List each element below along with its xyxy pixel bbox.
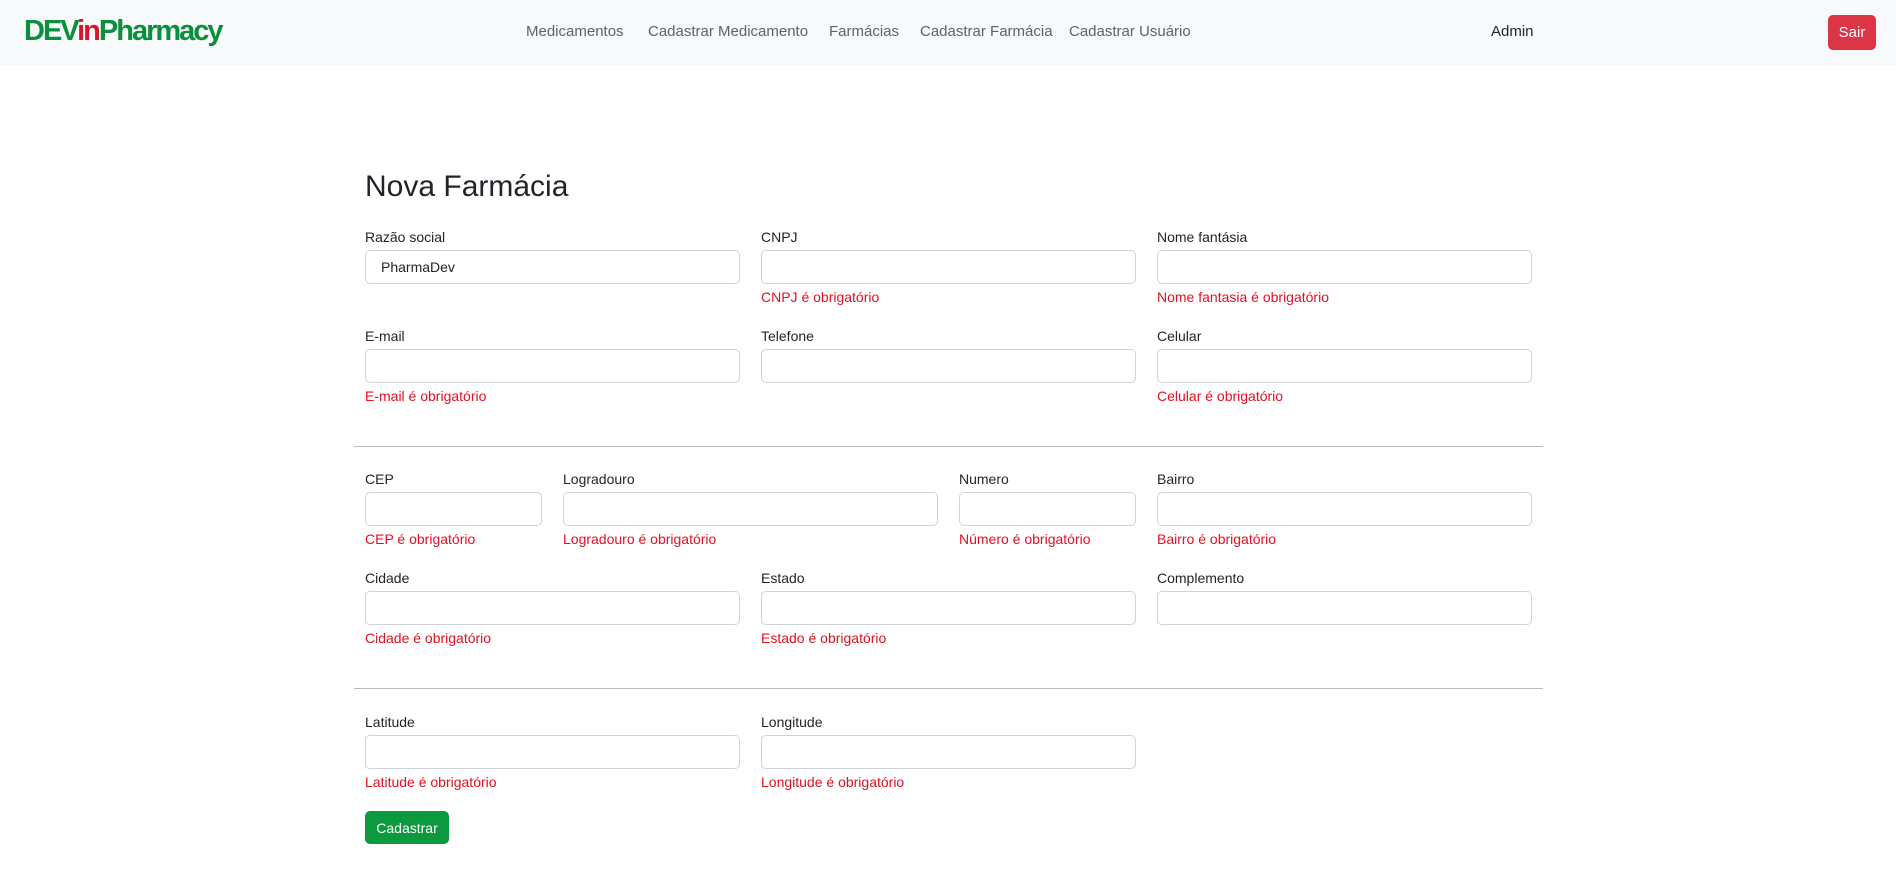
cnpj-label: CNPJ bbox=[761, 229, 798, 245]
celular-input[interactable] bbox=[1157, 349, 1532, 383]
latitude-label: Latitude bbox=[365, 714, 415, 730]
nav-link-cadastrar-usuario[interactable]: Cadastrar Usuário bbox=[1069, 23, 1191, 40]
bairro-input[interactable] bbox=[1157, 492, 1532, 526]
celular-error: Celular é obrigatório bbox=[1157, 388, 1284, 404]
telefone-input[interactable] bbox=[761, 349, 1136, 383]
nav-link-farmacias[interactable]: Farmácias bbox=[829, 23, 899, 40]
email-label: E-mail bbox=[365, 328, 405, 344]
numero-error: Número é obrigatório bbox=[959, 531, 1091, 547]
latitude-error: Latitude é obrigatório bbox=[365, 774, 497, 790]
celular-label: Celular bbox=[1157, 328, 1202, 344]
nav-link-cadastrar-medicamento[interactable]: Cadastrar Medicamento bbox=[648, 23, 808, 40]
cep-error: CEP é obrigatório bbox=[365, 531, 476, 547]
logout-button[interactable]: Sair bbox=[1828, 15, 1876, 50]
numero-input[interactable] bbox=[959, 492, 1136, 526]
nome-fantasia-label: Nome fantásia bbox=[1157, 229, 1248, 245]
brand-pharmacy: Pharmacy bbox=[98, 15, 224, 47]
razao-social-label: Razão social bbox=[365, 229, 446, 245]
cidade-input[interactable] bbox=[365, 591, 740, 625]
nome-fantasia-input[interactable] bbox=[1157, 250, 1532, 284]
complemento-input[interactable] bbox=[1157, 591, 1532, 625]
cep-label: CEP bbox=[365, 471, 394, 487]
cnpj-input[interactable] bbox=[761, 250, 1136, 284]
logradouro-error: Logradouro é obrigatório bbox=[563, 531, 717, 547]
cnpj-error: CNPJ é obrigatório bbox=[761, 289, 880, 305]
logradouro-label: Logradouro bbox=[563, 471, 635, 487]
logradouro-input[interactable] bbox=[563, 492, 938, 526]
complemento-label: Complemento bbox=[1157, 570, 1245, 586]
cep-input[interactable] bbox=[365, 492, 542, 526]
estado-input[interactable] bbox=[761, 591, 1136, 625]
longitude-input[interactable] bbox=[761, 735, 1136, 769]
brand-dev: DEV bbox=[24, 15, 79, 47]
nome-fantasia-error: Nome fantasia é obrigatório bbox=[1157, 289, 1329, 305]
section-divider bbox=[354, 446, 1543, 447]
bairro-error: Bairro é obrigatório bbox=[1157, 531, 1277, 547]
section-divider bbox=[354, 688, 1543, 689]
estado-error: Estado é obrigatório bbox=[761, 630, 887, 646]
email-input[interactable] bbox=[365, 349, 740, 383]
telefone-label: Telefone bbox=[761, 328, 814, 344]
submit-button[interactable]: Cadastrar bbox=[365, 811, 449, 844]
nav-link-medicamentos[interactable]: Medicamentos bbox=[526, 23, 624, 40]
page-title: Nova Farmácia bbox=[365, 170, 569, 203]
nav-link-cadastrar-farmacia[interactable]: Cadastrar Farmácia bbox=[920, 23, 1053, 40]
bairro-label: Bairro bbox=[1157, 471, 1195, 487]
brand-in: in bbox=[77, 15, 101, 47]
numero-label: Numero bbox=[959, 471, 1009, 487]
email-error: E-mail é obrigatório bbox=[365, 388, 487, 404]
top-navbar: DEVinPharmacy Medicamentos Cadastrar Med… bbox=[0, 0, 1896, 65]
user-name: Admin bbox=[1491, 23, 1534, 40]
cidade-error: Cidade é obrigatório bbox=[365, 630, 492, 646]
longitude-label: Longitude bbox=[761, 714, 823, 730]
cidade-label: Cidade bbox=[365, 570, 410, 586]
latitude-input[interactable] bbox=[365, 735, 740, 769]
brand-logo[interactable]: DEVinPharmacy bbox=[24, 14, 224, 48]
estado-label: Estado bbox=[761, 570, 805, 586]
razao-social-input[interactable] bbox=[365, 250, 740, 284]
longitude-error: Longitude é obrigatório bbox=[761, 774, 905, 790]
